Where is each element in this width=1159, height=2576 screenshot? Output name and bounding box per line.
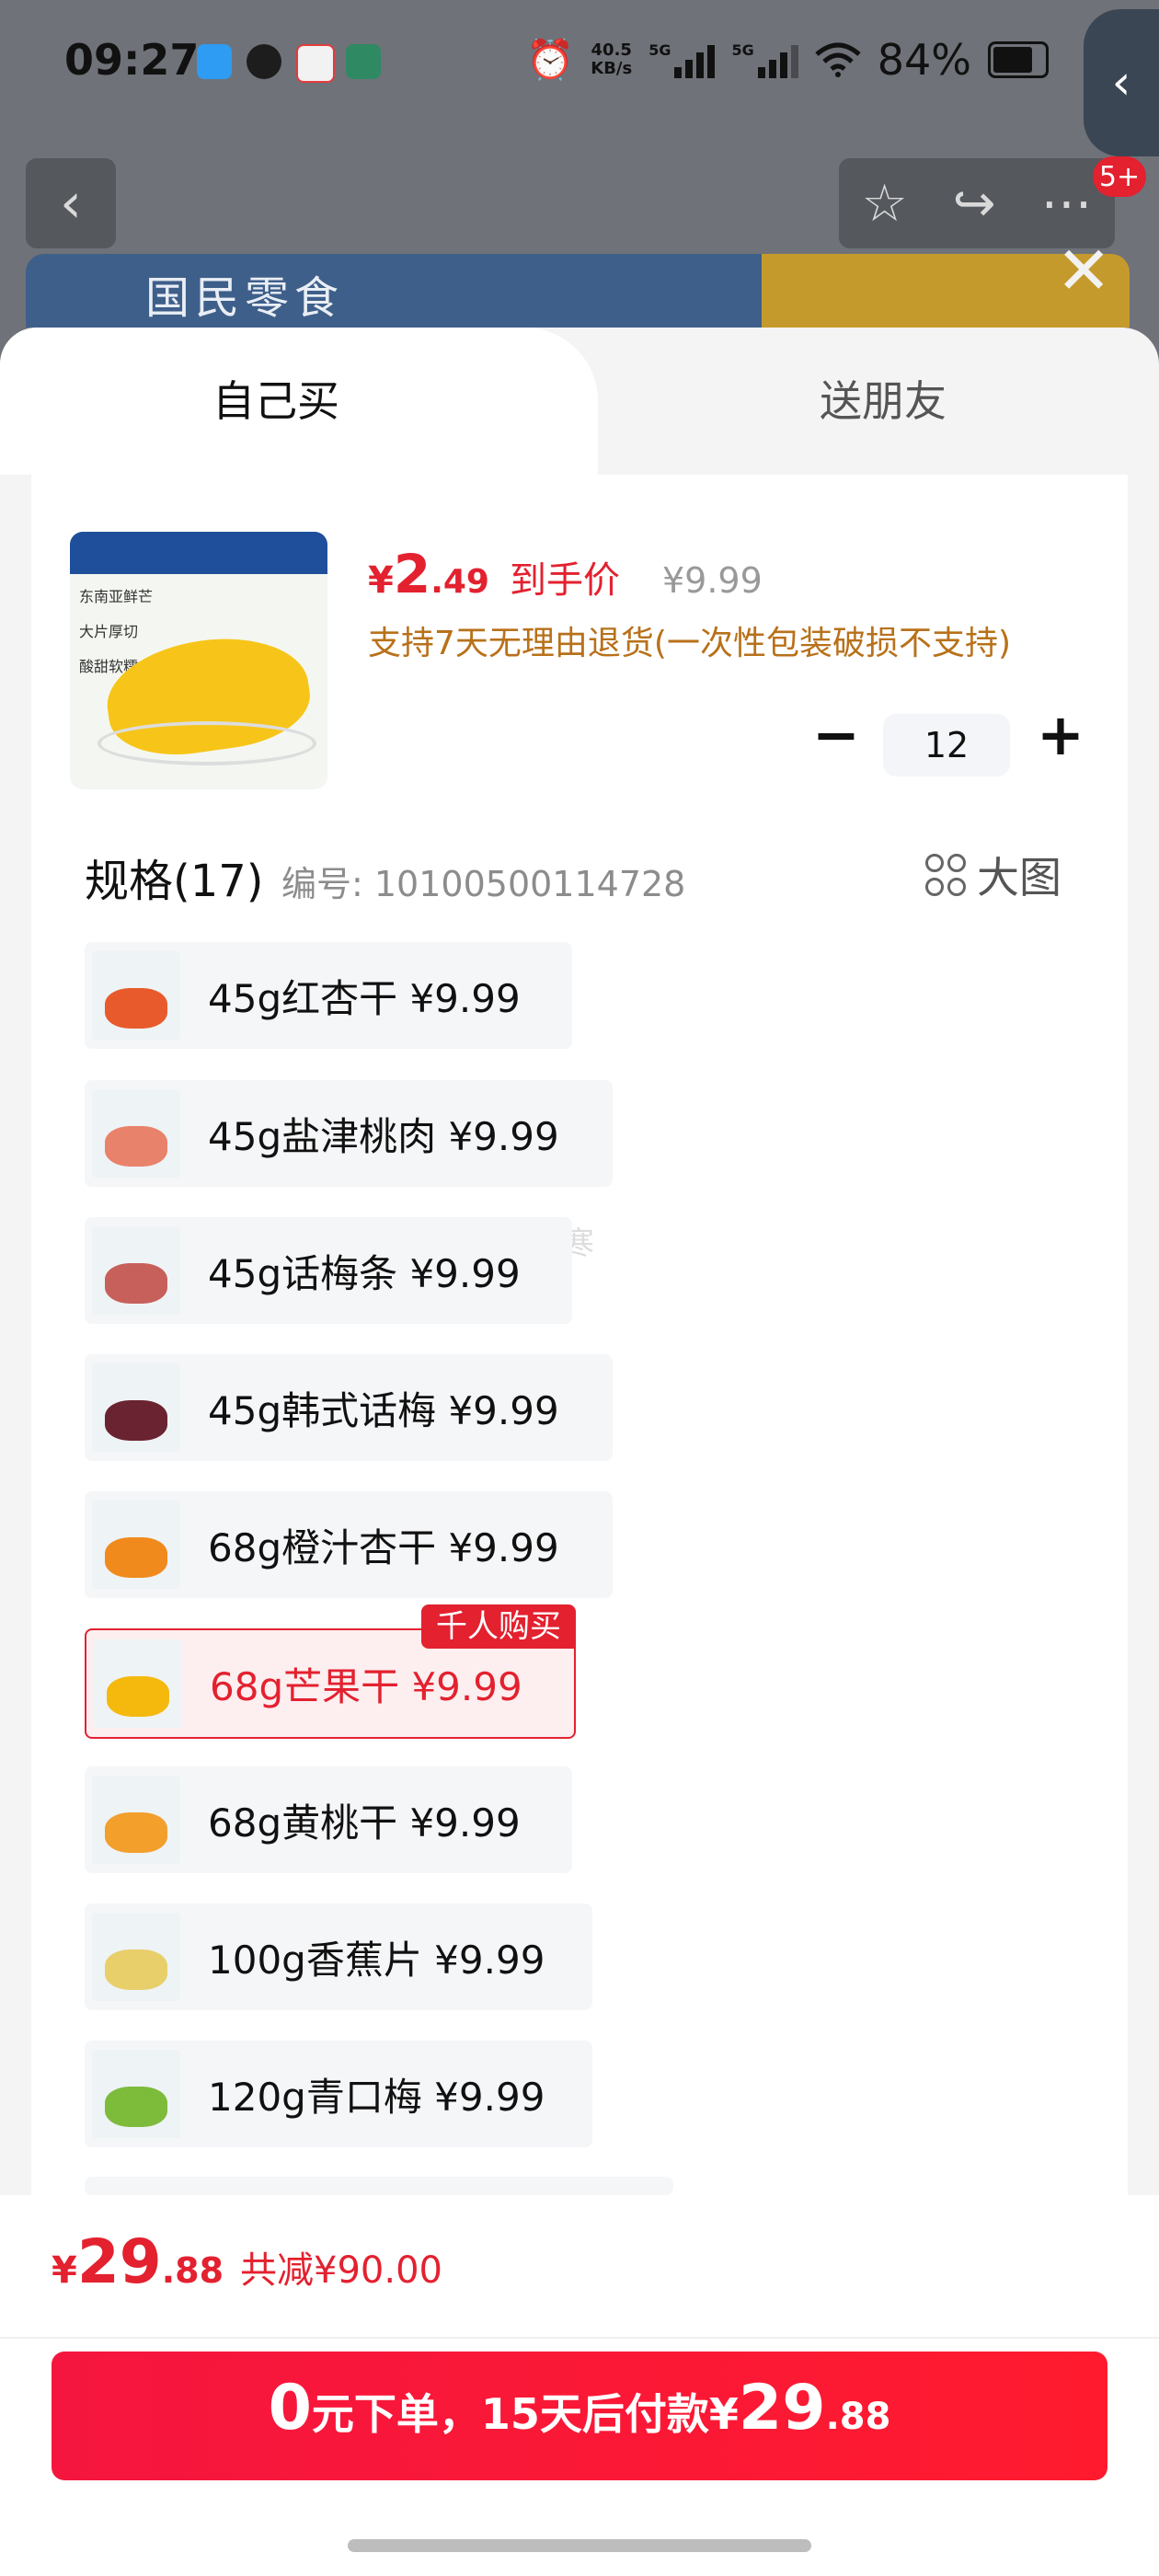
total-price: ¥ 29 .88 共减¥90.00 (52, 2226, 442, 2297)
big-view-button[interactable]: 大图 (925, 845, 1061, 905)
net-speed: 40.5 KB/s (591, 40, 633, 78)
spec-option[interactable]: 45g话梅条 ¥9.99 (85, 1217, 572, 1324)
floating-collapse-tab[interactable]: ‹ (1084, 9, 1159, 156)
home-indicator[interactable] (348, 2539, 811, 2552)
app-notification-icon (197, 44, 232, 79)
status-indicators: ⏰ 40.5 KB/s 5G 5G 84% (526, 35, 1049, 85)
discount-text: 共减¥90.00 (240, 2249, 442, 2292)
spec-thumbnail (92, 1501, 180, 1589)
price-row: ¥ 2 .49 到手价 ¥9.99 (368, 543, 763, 605)
spec-thumbnail (92, 1776, 180, 1864)
close-icon[interactable]: ✕ (1056, 232, 1111, 309)
back-button[interactable]: ‹ (26, 158, 116, 248)
spec-title: 规格(17) (85, 856, 264, 907)
tab-friend[interactable]: 送朋友 (607, 368, 1159, 429)
popular-badge: 千人购买 (421, 1604, 576, 1649)
store-banner: 国民零食 (26, 254, 1130, 328)
original-price: ¥9.99 (661, 560, 763, 601)
spec-thumbnail (94, 1639, 182, 1728)
banner-text: 国民零食 (145, 272, 345, 324)
spec-thumbnail (92, 2050, 180, 2138)
app-notification-icon (346, 44, 381, 79)
spec-thumbnail (92, 951, 180, 1040)
battery-icon (988, 41, 1049, 78)
tab-self-label: 自己买 (212, 376, 339, 426)
decrease-quantity-button[interactable]: − (809, 707, 863, 764)
return-policy: 支持7天无理由退货(一次性包装破损不支持) (368, 625, 1011, 662)
price-label: 到手价 (509, 559, 620, 602)
spec-option[interactable]: 45g红杏干 ¥9.99 (85, 942, 572, 1049)
spec-option[interactable]: 100g香蕉片 ¥9.99 (85, 1903, 592, 2010)
signal-icon: 5G (648, 41, 716, 78)
divider (0, 2337, 1159, 2339)
app-notification-icon (247, 44, 281, 79)
product-image[interactable]: 东南亚鲜芒 大片厚切 酸甜软糯 (70, 532, 327, 789)
spec-thumbnail (92, 1913, 180, 2001)
spec-thumbnail (92, 1089, 180, 1178)
spec-thumbnail (92, 1363, 180, 1452)
spec-option[interactable]: 68g黄桃干 ¥9.99 (85, 1766, 572, 1873)
spec-option[interactable]: 120g青口梅 ¥9.99 (85, 2041, 592, 2147)
app-notification-icon (296, 44, 335, 83)
grid-icon (925, 854, 966, 896)
spec-thumbnail (92, 1226, 180, 1315)
star-icon[interactable]: ☆ (861, 174, 907, 234)
message-badge: 5+ (1093, 156, 1146, 197)
spec-code: 编号: 10100500114728 (281, 864, 686, 904)
chevron-left-icon: ‹ (60, 171, 82, 236)
spec-option[interactable]: 45g盐津桃肉 ¥9.99 (85, 1080, 613, 1187)
signal-icon: 5G (731, 41, 798, 78)
spec-option[interactable]: 68g橙汁杏干 ¥9.99 (85, 1491, 613, 1598)
share-icon[interactable]: ↪ (953, 174, 996, 234)
spec-option[interactable] (85, 2177, 673, 2195)
status-time: 09:27 (64, 35, 200, 85)
increase-quantity-button[interactable]: + (1034, 707, 1087, 764)
pay-later-button[interactable]: 0 元下单，15天后付款¥ 29 .88 (52, 2352, 1107, 2480)
more-icon[interactable]: ⋯ (1041, 174, 1093, 234)
chevron-left-icon: ‹ (1111, 55, 1131, 110)
quantity-input[interactable]: 12 (883, 714, 1010, 776)
spec-option[interactable]: 45g韩式话梅 ¥9.99 (85, 1354, 613, 1461)
alarm-icon: ⏰ (525, 37, 575, 82)
wifi-icon (815, 42, 861, 77)
final-price: 2 (393, 543, 431, 605)
battery-percent: 84% (877, 35, 971, 85)
